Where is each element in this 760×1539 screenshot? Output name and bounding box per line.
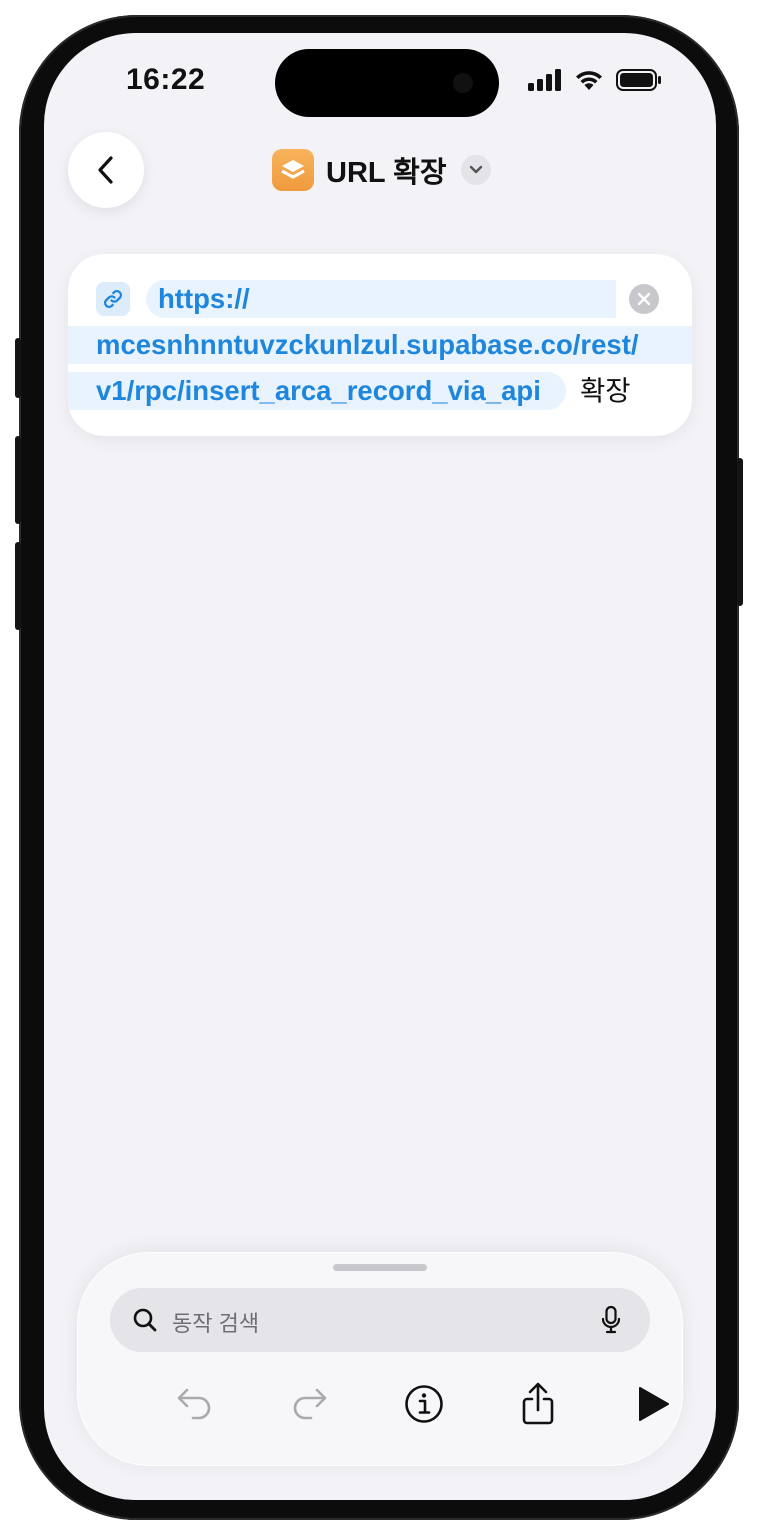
shortcuts-layers-icon <box>272 149 314 191</box>
power-button <box>737 458 743 606</box>
status-time: 16:22 <box>126 63 206 96</box>
undo-icon <box>177 1388 211 1420</box>
action-verb-label: 확장 <box>580 375 631 406</box>
battery-icon <box>616 69 661 91</box>
info-button[interactable] <box>400 1380 448 1428</box>
chevron-down-icon <box>460 155 491 185</box>
expand-url-action-card[interactable]: https:// mcesnhnntuvzckunlzul.supabase.c… <box>68 254 692 436</box>
share-button[interactable] <box>514 1380 562 1428</box>
remove-action-button[interactable] <box>629 284 659 314</box>
search-icon <box>133 1308 157 1332</box>
bottom-action-sheet: 동작 검색 <box>77 1252 683 1466</box>
url-parameter-token-line3[interactable]: v1/rpc/insert_arca_record_via_api <box>68 372 566 410</box>
redo-icon <box>293 1388 327 1420</box>
link-icon <box>96 282 130 316</box>
undo-button[interactable] <box>171 1380 219 1428</box>
run-button[interactable] <box>629 1380 677 1428</box>
volume-down-button <box>15 542 21 630</box>
wifi-icon <box>576 71 602 90</box>
shortcut-title-menu[interactable]: URL 확장 <box>272 149 491 191</box>
url-parameter-token[interactable]: https:// <box>146 280 616 318</box>
volume-up-button <box>15 436 21 524</box>
back-button[interactable] <box>68 132 144 208</box>
status-icons <box>528 69 662 91</box>
share-icon <box>522 1382 554 1425</box>
screen: 16:22 URL 확장 https:// mcesnhnntuvzckunlz… <box>44 33 716 1500</box>
action-button <box>15 338 21 398</box>
chevron-left-icon <box>98 156 113 184</box>
sheet-grabber[interactable] <box>333 1264 427 1271</box>
shortcut-title: URL 확장 <box>326 157 447 189</box>
info-icon <box>405 1385 443 1423</box>
microphone-icon[interactable] <box>600 1305 622 1335</box>
play-icon <box>639 1387 669 1421</box>
redo-button[interactable] <box>285 1380 333 1428</box>
action-search-field[interactable]: 동작 검색 <box>110 1288 650 1352</box>
dynamic-island <box>275 49 499 117</box>
url-parameter-token-line2[interactable]: mcesnhnntuvzckunlzul.supabase.co/rest/ <box>68 326 692 364</box>
close-icon <box>637 292 651 306</box>
cellular-signal-icon <box>528 69 561 91</box>
search-placeholder: 동작 검색 <box>172 1311 260 1336</box>
